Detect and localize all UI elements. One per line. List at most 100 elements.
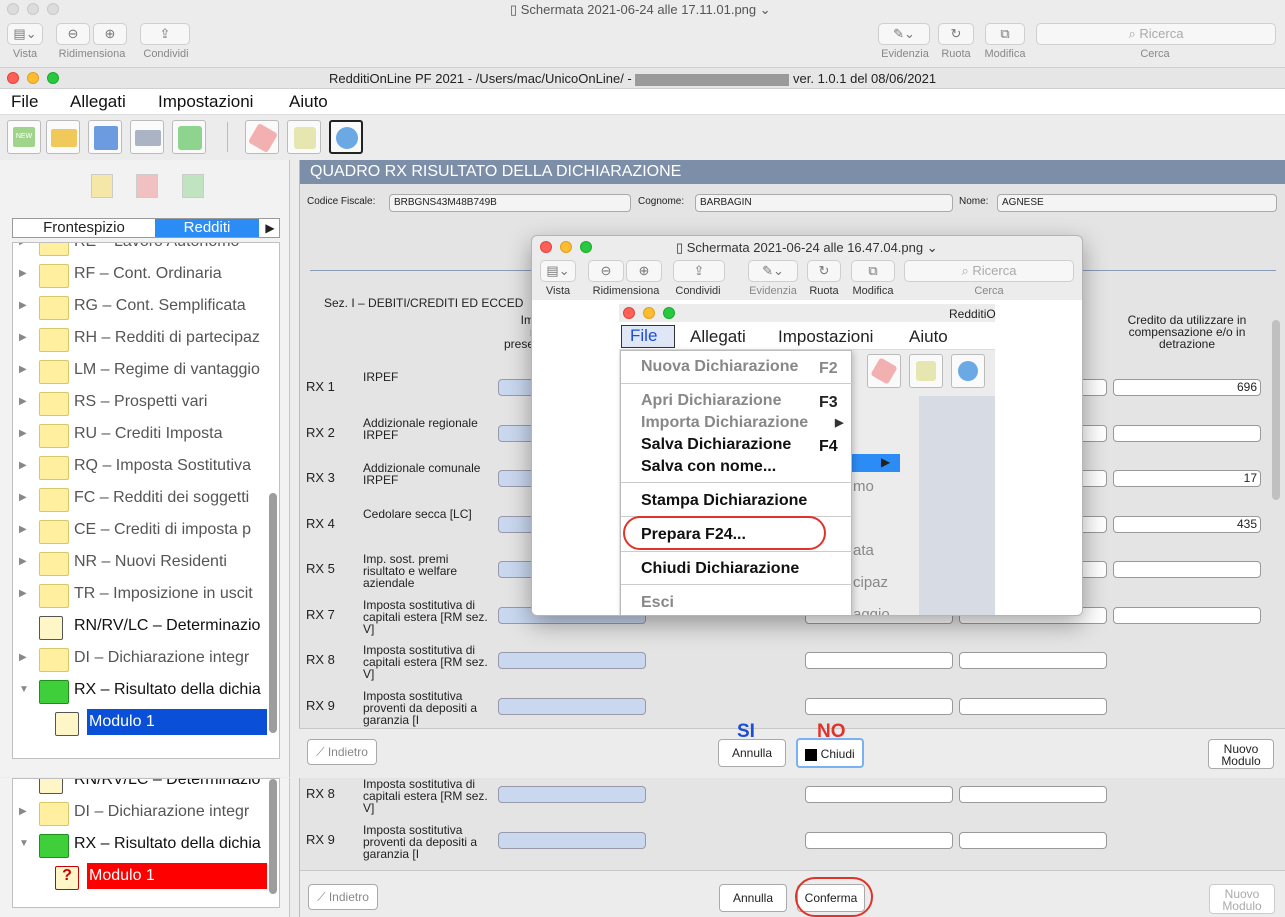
tree-item[interactable]: ▼ RX – Risultato della dichia	[19, 677, 273, 707]
annulla-button[interactable]: Annulla	[719, 884, 787, 912]
calculator-icon[interactable]	[287, 120, 321, 154]
row-input-credito[interactable]	[1113, 561, 1261, 578]
tree-item[interactable]: ? Modulo 1	[19, 863, 273, 893]
tree-item[interactable]: ▶ TR – Imposizione in uscit	[19, 581, 273, 611]
zoom-in-button[interactable]: ⊕	[93, 23, 127, 45]
tree-item[interactable]: ▼ RX – Risultato della dichia	[19, 831, 273, 861]
row-input-mid-2[interactable]	[959, 652, 1107, 669]
indietro-button[interactable]: ⟋ Indietro	[307, 739, 377, 765]
zoom-out-button[interactable]: ⊖	[56, 23, 90, 45]
rotate-button[interactable]: ↻	[938, 23, 974, 45]
tree-item[interactable]: RN/RV/LC – Determinazio	[19, 779, 273, 797]
rotate-button[interactable]: ↻	[807, 260, 841, 282]
sidebar-view-button[interactable]: ▤⌄	[540, 260, 576, 282]
print-icon[interactable]	[130, 120, 164, 154]
tree-item[interactable]: ▶ RG – Cont. Semplificata	[19, 293, 273, 323]
close-dot[interactable]	[7, 3, 19, 15]
row-input-credito[interactable]	[1113, 606, 1261, 624]
tree-item[interactable]: ▶ CE – Crediti di imposta p	[19, 517, 273, 547]
minimize-dot[interactable]	[560, 241, 572, 253]
row-input-mid-2[interactable]	[959, 831, 1107, 849]
collapsed-arrow-icon[interactable]: ▶	[19, 588, 27, 599]
tab-redditi[interactable]: Redditi	[155, 219, 259, 237]
expanded-arrow-icon[interactable]: ▼	[19, 838, 29, 849]
open-folder-icon[interactable]	[46, 120, 80, 154]
zoom-dot[interactable]	[47, 72, 59, 84]
tree-item[interactable]: RN/RV/LC – Determinazio	[19, 613, 273, 643]
collapsed-arrow-icon[interactable]: ▶	[19, 806, 27, 817]
menu-allegati[interactable]: Allegati	[70, 92, 126, 112]
indietro-button[interactable]: ⟋ Indietro	[308, 884, 378, 910]
row-input-mid-2[interactable]	[959, 786, 1107, 803]
share-button[interactable]: ⇪	[673, 260, 725, 282]
row-input-mid-1[interactable]	[805, 697, 953, 715]
search-field[interactable]: ⌕ Ricerca	[1036, 23, 1276, 45]
tree-item[interactable]: ▶ RQ – Imposta Sostitutiva	[19, 453, 273, 483]
zoom-in-button[interactable]: ⊕	[626, 260, 662, 282]
row-input-mid-1[interactable]	[805, 652, 953, 669]
collapsed-arrow-icon[interactable]: ▶	[19, 652, 27, 663]
search-field[interactable]: ⌕ Ricerca	[904, 260, 1074, 282]
tree-scrollbar-lower[interactable]	[269, 779, 277, 894]
menu-impostazioni[interactable]: Impostazioni	[158, 92, 253, 112]
quadro-scrollbar[interactable]	[1272, 320, 1280, 500]
highlight-button[interactable]: ✎⌄	[748, 260, 798, 282]
row-input-mid-1[interactable]	[805, 831, 953, 849]
row-input-imposta[interactable]	[498, 697, 646, 715]
zoom-dot[interactable]	[580, 241, 592, 253]
menu-aiuto[interactable]: Aiuto	[289, 92, 328, 112]
nuovo-modulo-button[interactable]: Nuovo Modulo	[1209, 884, 1275, 914]
tree-item[interactable]: ▶ FC – Redditi dei soggetti	[19, 485, 273, 515]
share-button[interactable]: ⇪	[140, 23, 190, 45]
collapsed-arrow-icon[interactable]: ▶	[19, 524, 27, 535]
tab-scroll-right-icon[interactable]: ▶	[261, 219, 279, 237]
tree-item[interactable]: ▶ DI – Dichiarazione integr	[19, 799, 273, 829]
minimize-dot[interactable]	[27, 3, 39, 15]
tree-item[interactable]: ▶ DI – Dichiarazione integr	[19, 645, 273, 675]
tree-item[interactable]: ▶ RU – Crediti Imposta	[19, 421, 273, 451]
row-input-imposta[interactable]	[498, 786, 646, 803]
row-input-credito[interactable]: 17	[1113, 470, 1261, 487]
zoom-dot[interactable]	[47, 3, 59, 15]
row-input-credito[interactable]: 696	[1113, 379, 1261, 396]
row-input-imposta[interactable]	[498, 652, 646, 669]
row-input-credito[interactable]: 435	[1113, 515, 1261, 533]
expanded-arrow-icon[interactable]: ▼	[19, 684, 29, 695]
tree-item[interactable]: ▶ RS – Prospetti vari	[19, 389, 273, 419]
tree-item[interactable]: Modulo 1	[19, 709, 273, 739]
collapsed-arrow-icon[interactable]: ▶	[19, 492, 27, 503]
annulla-button[interactable]: Annulla	[718, 739, 786, 767]
collapsed-arrow-icon[interactable]: ▶	[19, 332, 27, 343]
close-dot[interactable]	[7, 72, 19, 84]
tree-item[interactable]: ▶ RH – Redditi di partecipaz	[19, 325, 273, 355]
collapsed-arrow-icon[interactable]: ▶	[19, 268, 27, 279]
tree-item[interactable]: ▶ NR – Nuovi Residenti	[19, 549, 273, 579]
save-icon[interactable]	[88, 120, 122, 154]
nome-field[interactable]: AGNESE	[997, 194, 1277, 212]
edit-icon[interactable]	[85, 168, 119, 202]
row-input-mid-2[interactable]	[959, 697, 1107, 715]
tree-item[interactable]: ▶ RE – Lavoro Autonomo	[19, 243, 273, 259]
row-input-credito[interactable]	[1113, 424, 1261, 442]
collapsed-arrow-icon[interactable]: ▶	[19, 556, 27, 567]
markup-button[interactable]: ⧉	[851, 260, 895, 282]
row-input-mid-1[interactable]	[805, 786, 953, 803]
refresh-icon[interactable]	[176, 168, 210, 202]
collapsed-arrow-icon[interactable]: ▶	[19, 396, 27, 407]
web-icon[interactable]	[329, 120, 363, 154]
tree-item[interactable]: ▶ LM – Regime di vantaggio	[19, 357, 273, 387]
cf-field[interactable]: BRBGNS43M48B749B	[389, 194, 631, 212]
markup-button[interactable]: ⧉	[985, 23, 1025, 45]
delete-icon[interactable]	[130, 168, 164, 202]
highlight-button[interactable]: ✎⌄	[878, 23, 930, 45]
collapsed-arrow-icon[interactable]: ▶	[19, 300, 27, 311]
zoom-out-button[interactable]: ⊖	[588, 260, 624, 282]
eraser-icon[interactable]	[245, 120, 279, 154]
export-icon[interactable]	[172, 120, 206, 154]
chiudi-button[interactable]: Chiudi	[796, 738, 864, 768]
tree-item[interactable]: ▶ RF – Cont. Ordinaria	[19, 261, 273, 291]
cognome-field[interactable]: BARBAGIN	[695, 194, 953, 212]
collapsed-arrow-icon[interactable]: ▶	[19, 460, 27, 471]
collapsed-arrow-icon[interactable]: ▶	[19, 243, 27, 247]
sidebar-view-button[interactable]: ▤⌄	[7, 23, 43, 45]
